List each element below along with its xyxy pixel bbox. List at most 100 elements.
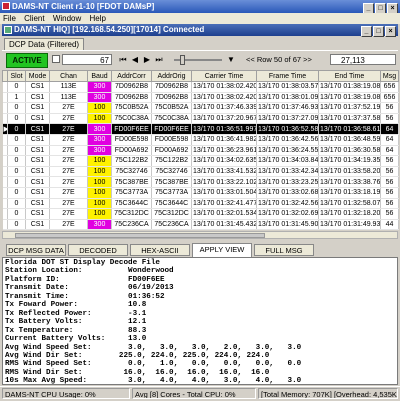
active-button[interactable]: ACTIVE (6, 53, 48, 68)
table-row[interactable]: 0 CS1 27E 100 75C3644C 75C3644C 13/170 01:32:4… (2, 198, 399, 210)
cell-addr-corr: FD00E598 (111, 134, 152, 146)
cell-end-time: 13/170 01:37:37.584 (318, 113, 381, 125)
tab-full-msg[interactable]: FULL MSG (254, 244, 314, 256)
last-icon[interactable]: ⏭ (154, 54, 164, 65)
table-header: Slot Mode Chan Baud AddrCorr AddrOrig Ca… (2, 70, 399, 82)
message-line: Platform ID: FD00F6EE (5, 275, 165, 284)
tab-dcp-msg-data[interactable]: DCP MSG DATA (6, 244, 66, 256)
table-row[interactable]: 0 CS1 27E 300 75C236CA 75C236CA 13/170 01:31:4… (2, 219, 399, 231)
tab-apply-view[interactable]: APPLY VIEW (192, 243, 252, 257)
cell-addr-orig: 7D0962B8 (151, 81, 192, 93)
cell-baud: 300 (87, 134, 112, 146)
cell-mode: CS1 (25, 145, 50, 157)
subwindow-icon (4, 26, 12, 34)
table-row[interactable]: 0 CS1 113E 300 7D0962B8 7D0962B8 13/170 01:38:… (2, 81, 399, 93)
col-slot[interactable]: Slot (7, 70, 26, 82)
cell-chan: 27E (49, 134, 88, 146)
table-row[interactable]: 0 CS1 27E 300 FD00A692 FD00A692 13/170 01:36:2… (2, 145, 399, 157)
close-icon[interactable]: × (385, 26, 396, 37)
maximize-icon[interactable]: □ (373, 26, 384, 37)
cell-baud: 100 (87, 155, 112, 167)
cell-end-time: 13/170 01:36:58.619 (318, 123, 381, 135)
cell-addr-orig: 75C3644C (151, 198, 192, 210)
next-icon[interactable]: ▶ (142, 54, 152, 65)
col-end-time[interactable]: End Time (318, 70, 381, 82)
cell-end-time: 13/170 01:32:18.201 (318, 208, 381, 220)
dcp-data-table: Slot Mode Chan Baud AddrCorr AddrOrig Ca… (2, 70, 399, 231)
cell-baud: 300 (87, 92, 112, 104)
menu-window[interactable]: Window (53, 14, 81, 23)
message-line: Transmit Date: 06/19/2013 (5, 284, 174, 293)
col-frame-time[interactable]: Frame Time (256, 70, 319, 82)
row-count-input[interactable]: 67 (62, 54, 112, 65)
message-line: Tx Reflected Power: -3.1 (5, 309, 147, 318)
cell-msg: 656 (380, 81, 399, 93)
cell-addr-corr: 75C387BE (111, 176, 152, 188)
table-row[interactable]: 0 CS1 27E 100 75C122B2 75C122B2 13/170 01:34:0… (2, 155, 399, 167)
menu-client[interactable]: Client (24, 14, 44, 23)
app-title: DAMS-NT Client r1-10 [FDOT DAMsP] (12, 2, 155, 11)
search-input[interactable]: 27,113 (330, 54, 396, 65)
tab-decoded[interactable]: DECODED (68, 244, 128, 256)
dcp-data-tab[interactable]: DCP Data (Filtered) (4, 38, 85, 50)
cell-addr-corr: 75C312DC (111, 208, 152, 220)
cell-frame-time: 13/170 01:33:42.349 (256, 166, 319, 178)
cell-addr-corr: 75C122B2 (111, 155, 152, 167)
row-position-label[interactable]: << Row 50 of 67 >> (246, 54, 312, 65)
col-carrier-time[interactable]: Carrier Time (191, 70, 257, 82)
cell-slot: 0 (7, 102, 26, 114)
col-baud[interactable]: Baud (87, 70, 112, 82)
cell-addr-corr: 75C236CA (111, 219, 152, 231)
decoded-message-panel[interactable]: Florida DOT ST Display Decode File Stati… (2, 257, 398, 385)
table-row[interactable]: 0 CS1 27E 100 75C0B52A 75C0B52A 13/170 01:37:4… (2, 102, 399, 114)
cell-addr-corr: 75C3773A (111, 187, 152, 199)
col-addr-corr[interactable]: AddrCorr (111, 70, 152, 82)
table-row[interactable]: 0 CS1 27E 100 75C312DC 75C312DC 13/170 01:32:0… (2, 208, 399, 220)
cell-chan: 27E (49, 219, 88, 231)
table-row[interactable]: 0 CS1 27E 100 75C0C38A 75C0C38A 13/170 01:37:2… (2, 113, 399, 125)
prev-icon[interactable]: ◀ (130, 54, 140, 65)
cell-frame-time: 13/170 01:38:01.092 (256, 92, 319, 104)
cell-frame-time: 13/170 01:34:03.842 (256, 155, 319, 167)
col-addr-orig[interactable]: AddrOrig (151, 70, 192, 82)
tab-hex-ascii[interactable]: HEX-ASCII (130, 244, 190, 256)
table-horizontal-scrollbar[interactable] (2, 231, 398, 239)
cell-addr-corr: 75C32746 (111, 166, 152, 178)
cell-mode: CS1 (25, 187, 50, 199)
cell-slot: 0 (7, 187, 26, 199)
col-msg[interactable]: Msg (380, 70, 399, 82)
scrollbar-thumb[interactable] (15, 233, 265, 238)
table-row[interactable]: 0 CS1 27E 300 FD00E598 FD00E598 13/170 01:36:4… (2, 134, 399, 146)
col-mode[interactable]: Mode (25, 70, 50, 82)
table-row[interactable]: 0 CS1 27E 100 75C3773A 75C3773A 13/170 01:33:0… (2, 187, 399, 199)
cell-addr-orig: 75C236CA (151, 219, 192, 231)
cell-frame-time: 13/170 01:38:03.573 (256, 81, 319, 93)
table-row[interactable]: 0 CS1 27E 100 75C32746 75C32746 13/170 01:33:4… (2, 166, 399, 178)
row-slider-thumb[interactable] (180, 55, 185, 65)
cell-msg: 44 (380, 219, 399, 231)
first-icon[interactable]: ⏮ (118, 54, 128, 65)
cell-msg: 56 (380, 187, 399, 199)
message-line: Current Battery Volts: 13.0 (5, 335, 147, 344)
cell-msg: 56 (380, 102, 399, 114)
cell-end-time: 13/170 01:36:48.597 (318, 134, 381, 146)
table-row[interactable]: 0 CS1 27E 100 75C387BE 75C387BE 13/170 01:33:2… (2, 176, 399, 188)
cell-end-time: 13/170 01:34:19.353 (318, 155, 381, 167)
col-chan[interactable]: Chan (49, 70, 88, 82)
app-icon (2, 2, 10, 10)
menu-help[interactable]: Help (90, 14, 106, 23)
minimize-icon[interactable]: _ (361, 26, 372, 37)
cell-msg: 56 (380, 176, 399, 188)
cell-chan: 27E (49, 176, 88, 188)
filter-icon[interactable]: ▼ (226, 54, 236, 65)
cell-msg: 656 (380, 92, 399, 104)
table-row[interactable]: 1 CS1 113E 300 7D0962B8 7D0962B8 13/170 01:38:… (2, 92, 399, 104)
cell-addr-orig: 75C0B52A (151, 102, 192, 114)
cell-carrier-time: 13/170 01:34:02.635 (191, 155, 257, 167)
table-row-selected[interactable]: ▶0CS127E300FD00F6EEFD00F6EE13/170 01:36:… (2, 123, 399, 135)
cell-frame-time: 13/170 01:32:02.692 (256, 208, 319, 220)
cell-addr-corr: FD00F6EE (111, 123, 152, 135)
menu-file[interactable]: File (3, 14, 16, 23)
select-checkbox[interactable] (52, 55, 60, 63)
cell-addr-corr: 75C3644C (111, 198, 152, 210)
